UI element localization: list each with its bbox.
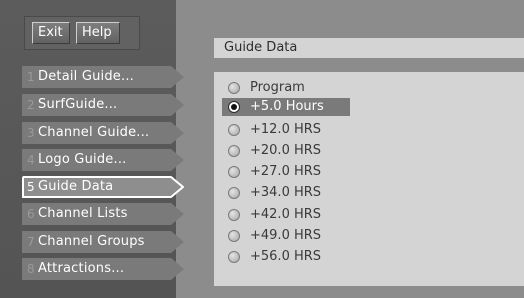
option-5-hours[interactable]: +5.0 Hours [222, 98, 350, 116]
option-42-hrs[interactable]: +42.0 HRS [228, 206, 428, 224]
menu-item-channel-guide[interactable]: 3 Channel Guide... [22, 122, 184, 144]
guide-screen: Exit Help 1 Detail Guide... 2 SurfGuide.… [0, 0, 524, 298]
radio-button-icon [228, 166, 240, 178]
radio-button-icon [228, 82, 240, 94]
menu-item-attractions[interactable]: 8 Attractions... [22, 258, 184, 280]
menu-item-channel-groups[interactable]: 7 Channel Groups [22, 231, 184, 253]
menu-item-label: Attractions... [38, 261, 125, 276]
menu-item-number: 1 [27, 70, 35, 84]
page-title: Guide Data [214, 38, 524, 58]
option-label: +49.0 HRS [250, 228, 322, 243]
menu-item-logo-guide[interactable]: 4 Logo Guide... [22, 149, 184, 171]
radio-button-icon [228, 124, 240, 136]
menu-item-label: Guide Data [38, 179, 114, 194]
option-label: +5.0 Hours [250, 99, 324, 114]
option-label: +56.0 HRS [250, 249, 322, 264]
option-56-hrs[interactable]: +56.0 HRS [228, 248, 428, 266]
menu-item-label: SurfGuide... [38, 97, 118, 112]
radio-button-icon [228, 251, 240, 263]
menu-item-guide-data[interactable]: 5 Guide Data [22, 176, 184, 198]
option-20-hrs[interactable]: +20.0 HRS [228, 142, 428, 160]
option-34-hrs[interactable]: +34.0 HRS [228, 184, 428, 202]
menu-item-surfguide[interactable]: 2 SurfGuide... [22, 94, 184, 116]
menu-item-label: Channel Lists [38, 206, 128, 221]
radio-button-icon [228, 230, 240, 242]
menu-item-number: 4 [27, 153, 35, 167]
menu-item-detail-guide[interactable]: 1 Detail Guide... [22, 66, 184, 88]
radio-button-icon [228, 209, 240, 221]
option-12-hrs[interactable]: +12.0 HRS [228, 121, 428, 139]
option-program[interactable]: Program [228, 79, 428, 97]
guide-data-options-panel: Program +5.0 Hours +12.0 HRS +20.0 HRS +… [214, 72, 524, 286]
exit-button[interactable]: Exit [32, 22, 70, 44]
menu-item-number: 8 [27, 262, 35, 276]
menu-item-number: 2 [27, 98, 35, 112]
option-label: +34.0 HRS [250, 185, 322, 200]
option-49-hrs[interactable]: +49.0 HRS [228, 227, 428, 245]
menu-item-label: Detail Guide... [38, 69, 134, 84]
help-button[interactable]: Help [76, 22, 120, 44]
option-label: +42.0 HRS [250, 207, 322, 222]
menu-item-number: 6 [27, 207, 35, 221]
radio-button-selected-icon [228, 101, 240, 113]
option-label: +12.0 HRS [250, 122, 322, 137]
option-label: +27.0 HRS [250, 164, 322, 179]
option-label: +20.0 HRS [250, 143, 322, 158]
option-27-hrs[interactable]: +27.0 HRS [228, 163, 428, 181]
radio-button-icon [228, 187, 240, 199]
menu-item-label: Logo Guide... [38, 152, 127, 167]
menu-item-number: 3 [27, 126, 35, 140]
menu-item-number: 5 [27, 180, 35, 194]
menu-item-label: Channel Guide... [38, 125, 150, 140]
menu-item-channel-lists[interactable]: 6 Channel Lists [22, 203, 184, 225]
menu-item-label: Channel Groups [38, 234, 145, 249]
menu-item-number: 7 [27, 235, 35, 249]
option-label: Program [250, 80, 305, 95]
radio-button-icon [228, 145, 240, 157]
